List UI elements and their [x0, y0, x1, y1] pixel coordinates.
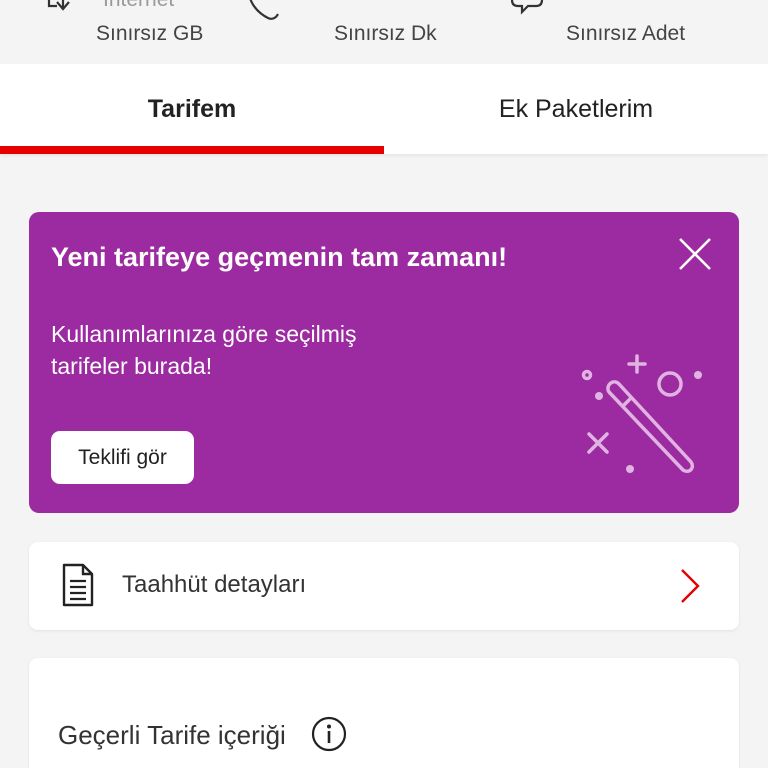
usage-minutes-value: Sınırsız Dk: [334, 22, 437, 45]
commitment-details-row[interactable]: Taahhüt detayları: [29, 542, 739, 630]
info-icon[interactable]: [311, 716, 347, 752]
promo-title: Yeni tarifeye geçmenin tam zamanı!: [51, 242, 508, 272]
close-icon[interactable]: [677, 236, 713, 272]
tab-tarifem[interactable]: Tarifem: [0, 64, 384, 154]
usage-internet-value: Sınırsız GB: [96, 22, 204, 45]
download-phone-icon: [47, 0, 70, 11]
offer-button[interactable]: Teklifi gör: [51, 431, 194, 484]
tab-ek-paketlerim[interactable]: Ek Paketlerim: [384, 64, 768, 154]
tariff-content-title: Geçerli Tarife içeriği: [58, 720, 286, 750]
usage-summary: İnternet Sınırsız GB Sınırsız Dk Sınırsı…: [0, 0, 768, 62]
tab-bar: Tarifem Ek Paketlerim: [0, 64, 768, 154]
tariff-content-card: Geçerli Tarife içeriği: [29, 658, 739, 768]
chevron-right-icon[interactable]: [679, 568, 701, 604]
commitment-details-label: Taahhüt detayları: [122, 571, 307, 598]
usage-internet-title: İnternet: [103, 0, 174, 12]
magic-wand-icon: [581, 354, 702, 474]
document-icon: [62, 563, 94, 607]
promo-description: Kullanımlarınıza göre seçilmiş tarifeler…: [51, 321, 357, 379]
phone-icon: [249, 0, 279, 20]
usage-sms-value: Sınırsız Adet: [566, 22, 686, 45]
active-tab-indicator: [0, 146, 384, 154]
promo-card: Yeni tarifeye geçmenin tam zamanı! Kulla…: [29, 212, 739, 513]
chat-bubbles-icon: [510, 0, 544, 15]
